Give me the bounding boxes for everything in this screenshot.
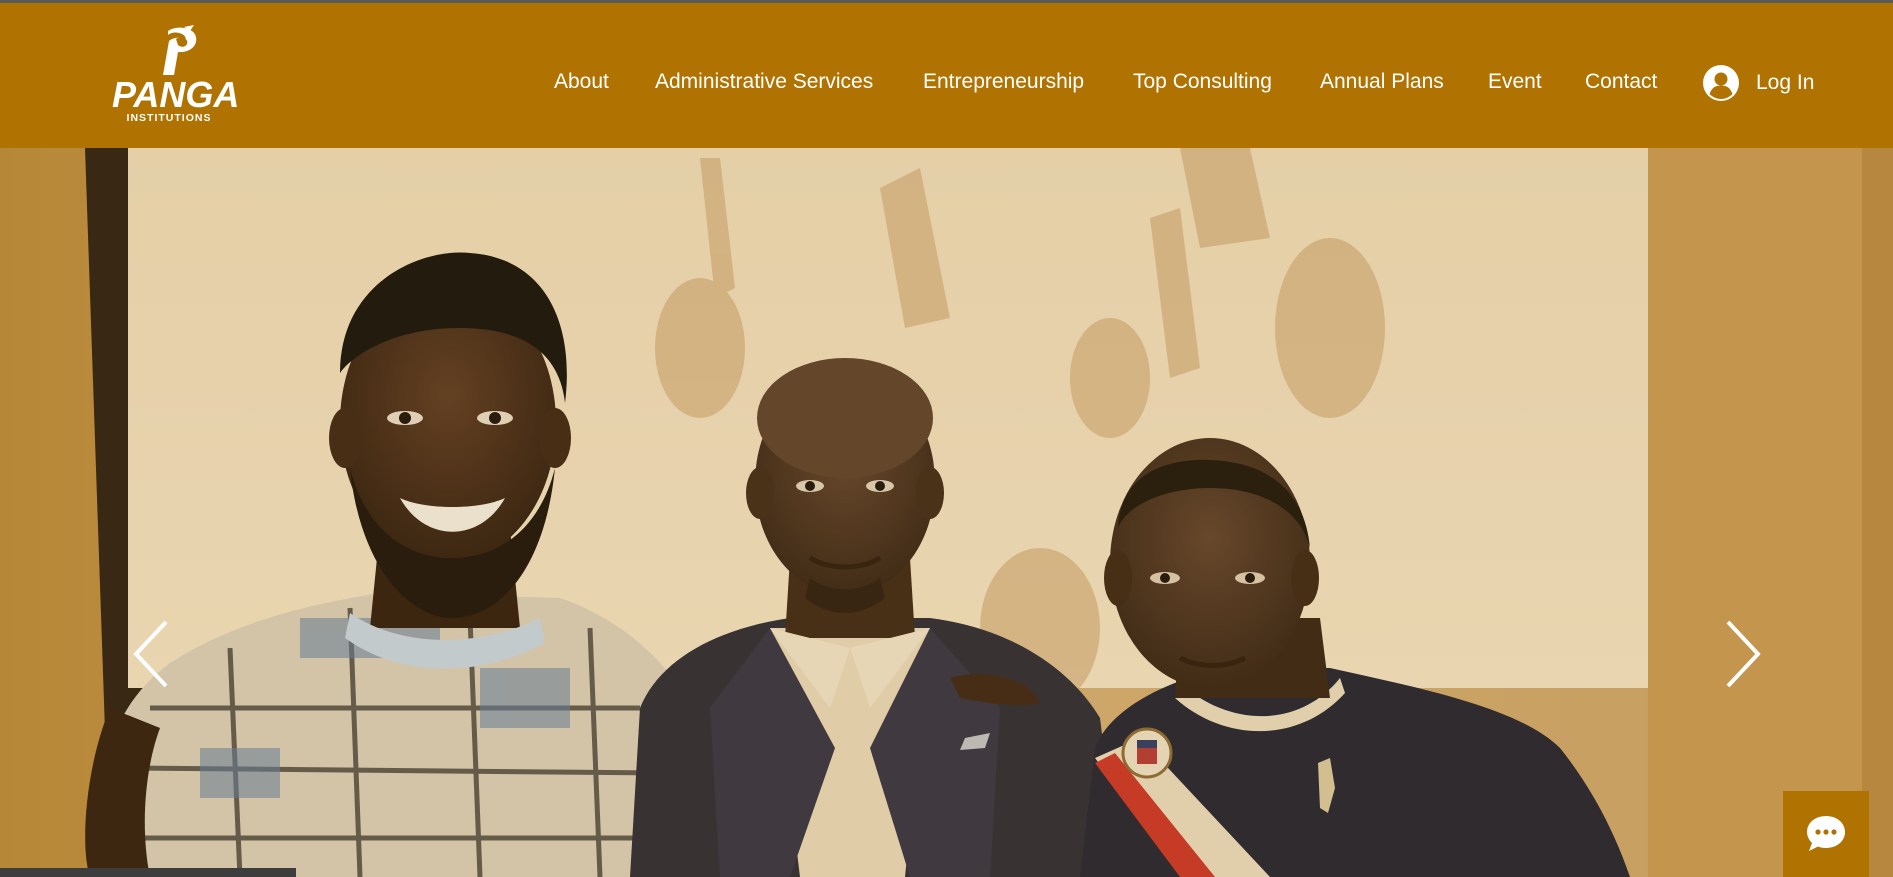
- bottom-toolbar-strip: [0, 868, 296, 877]
- nav-item-contact[interactable]: Contact: [1585, 65, 1657, 99]
- chat-bubble-icon: [1807, 816, 1845, 851]
- chevron-right-icon: [1726, 620, 1761, 688]
- hero-slideshow: [0, 148, 1893, 877]
- nav-item-top-consulting[interactable]: Top Consulting: [1133, 65, 1272, 99]
- panga-logo-mark-icon: [163, 25, 197, 75]
- site-header: PANGA INSTITUTIONS About Administrative …: [0, 3, 1893, 148]
- nav-item-entrepreneurship[interactable]: Entrepreneurship: [923, 65, 1084, 99]
- panga-institutions-logo[interactable]: PANGA INSTITUTIONS: [112, 25, 240, 127]
- nav-item-annual-plans[interactable]: Annual Plans: [1320, 65, 1444, 99]
- slideshow-next-button[interactable]: [1722, 618, 1764, 690]
- user-avatar-icon: [1703, 65, 1739, 101]
- chat-button[interactable]: [1783, 791, 1869, 877]
- logo-subtitle: INSTITUTIONS: [126, 112, 212, 124]
- slideshow-prev-button[interactable]: [130, 618, 172, 690]
- login-label: Log In: [1756, 71, 1815, 94]
- nav-item-administrative-services[interactable]: Administrative Services: [655, 65, 873, 99]
- nav-item-about[interactable]: About: [554, 65, 609, 99]
- chevron-left-icon: [133, 620, 168, 688]
- nav-item-event[interactable]: Event: [1488, 65, 1542, 99]
- logo-wordmark: PANGA: [112, 74, 240, 115]
- login-button[interactable]: Log In: [1703, 63, 1814, 103]
- hero-photo-three-men: [0, 148, 1893, 877]
